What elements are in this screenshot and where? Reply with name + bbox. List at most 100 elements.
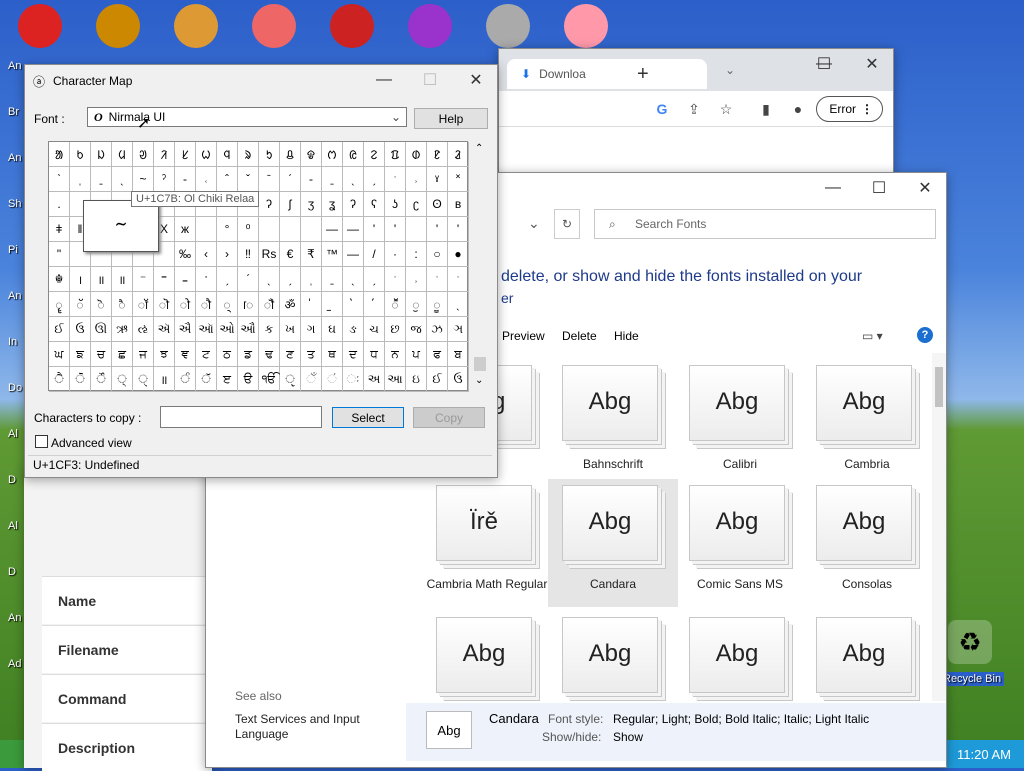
recycle-bin-label[interactable]: Recycle Bin <box>940 672 1005 686</box>
char-cell[interactable]: — <box>322 217 343 242</box>
profile-icon[interactable]: ● <box>789 100 807 118</box>
char-cell[interactable]: ʓ <box>322 192 343 217</box>
char-cell[interactable]: ਦ <box>343 342 364 367</box>
desktop-icon-label[interactable]: Al <box>8 520 18 532</box>
char-cell[interactable]: ਚ <box>91 342 112 367</box>
char-cell[interactable]: ǂ <box>49 217 70 242</box>
char-cell[interactable]: ਙ <box>70 342 91 367</box>
char-cell[interactable]: ઍ <box>154 317 175 342</box>
preview-button[interactable]: Preview <box>502 329 545 343</box>
char-cell[interactable]: ॕ <box>385 292 406 317</box>
char-cell[interactable]: ॗ <box>427 292 448 317</box>
char-cell[interactable]: ਜ <box>133 342 154 367</box>
help-button[interactable]: Help <box>414 108 488 129</box>
char-cell[interactable]: અ <box>364 367 385 392</box>
char-cell[interactable]: ˍ <box>91 167 112 192</box>
char-cell[interactable]: ઞ <box>448 317 469 342</box>
char-cell[interactable]: ˒ <box>406 167 427 192</box>
char-cell[interactable]: ઈ <box>49 317 70 342</box>
google-icon[interactable]: G <box>653 100 671 118</box>
torii-icon[interactable] <box>330 4 374 48</box>
char-cell[interactable]: ˎ <box>448 292 469 317</box>
char-cell[interactable]: ਣ <box>280 342 301 367</box>
char-cell[interactable]: ˏ <box>364 167 385 192</box>
font-card[interactable]: Abg Cambria <box>802 359 932 487</box>
char-cell[interactable]: ᱤ <box>154 142 175 167</box>
char-cell[interactable]: ॐ <box>280 292 301 317</box>
char-cell[interactable]: ˌ <box>301 267 322 292</box>
char-cell[interactable]: ˑ <box>385 267 406 292</box>
p-app-icon[interactable] <box>408 4 452 48</box>
minimize-icon[interactable]: — <box>361 65 407 95</box>
char-cell[interactable]: - <box>175 167 196 192</box>
search-fonts-input[interactable]: ⌕ Search Fonts <box>594 209 936 239</box>
char-cell[interactable]: ੴ <box>259 367 280 392</box>
char-cell[interactable]: ॅ <box>70 292 91 317</box>
char-cell[interactable]: — <box>343 242 364 267</box>
char-cell[interactable]: ઊ <box>91 317 112 342</box>
char-cell[interactable]: ˓ <box>196 167 217 192</box>
char-cell[interactable]: ॥ <box>91 267 112 292</box>
char-cell[interactable]: ਤ <box>301 342 322 367</box>
scroll-up-icon[interactable]: ⌃ <box>475 143 483 154</box>
char-cell[interactable]: ਪ <box>406 342 427 367</box>
char-cell[interactable]: ਧ <box>364 342 385 367</box>
char-cell[interactable]: ਞ <box>175 342 196 367</box>
char-cell[interactable]: ⁰ <box>238 217 259 242</box>
char-cell[interactable]: ॱ <box>196 267 217 292</box>
minimize-icon[interactable]: — <box>810 173 856 203</box>
char-cell[interactable]: ઑ <box>196 317 217 342</box>
char-cell[interactable]: ˉ <box>259 167 280 192</box>
char-cell[interactable]: ᱭ <box>343 142 364 167</box>
char-cell[interactable]: ˒ <box>406 267 427 292</box>
char-cell[interactable]: ʙ <box>448 192 469 217</box>
char-cell[interactable]: ж <box>175 217 196 242</box>
char-cell[interactable]: ઉ <box>448 367 469 392</box>
char-cell[interactable]: ਫ <box>427 342 448 367</box>
view-options-icon[interactable]: ▭ ▾ <box>862 329 883 343</box>
char-cell[interactable]: ᱨ <box>238 142 259 167</box>
desktop-icon-label[interactable]: In <box>8 336 17 348</box>
char-cell[interactable]: ᱰ <box>406 142 427 167</box>
char-cell[interactable]: ॔ <box>364 292 385 317</box>
char-cell[interactable]: ' <box>448 217 469 242</box>
char-cell[interactable]: ˑ <box>427 267 448 292</box>
char-cell[interactable]: ~ <box>133 167 154 192</box>
char-cell[interactable]: ੵ <box>280 367 301 392</box>
char-cell[interactable]: ᱪ <box>280 142 301 167</box>
help-icon[interactable]: ? <box>917 327 933 343</box>
char-cell[interactable]: ⁻ <box>133 267 154 292</box>
char-cell[interactable] <box>301 217 322 242</box>
char-cell[interactable]: ᱠ <box>70 142 91 167</box>
char-cell[interactable]: ₹ <box>301 242 322 267</box>
close-icon[interactable]: ✕ <box>902 173 948 203</box>
char-cell[interactable]: ो <box>175 292 196 317</box>
char-cell[interactable] <box>259 217 280 242</box>
char-cell[interactable]: ੳ <box>238 367 259 392</box>
char-cell[interactable]: ् <box>217 292 238 317</box>
char-cell[interactable]: ˏ <box>364 267 385 292</box>
scrollbar[interactable] <box>932 353 946 701</box>
char-cell[interactable]: ॓ <box>343 292 364 317</box>
char-cell[interactable] <box>406 217 427 242</box>
char-cell[interactable]: । <box>70 267 91 292</box>
char-cell[interactable]: ઌ <box>133 317 154 342</box>
delete-button[interactable]: Delete <box>562 329 597 343</box>
maximize-icon[interactable]: ☐ <box>856 173 902 203</box>
char-cell[interactable]: ' <box>364 217 385 242</box>
char-cell[interactable]: ॖ <box>406 292 427 317</box>
char-cell[interactable]: ᱣ <box>133 142 154 167</box>
char-cell[interactable]: ઉ <box>70 317 91 342</box>
char-cell[interactable]: ਘ <box>49 342 70 367</box>
char-cell[interactable]: ੰ <box>175 367 196 392</box>
advanced-view-checkbox[interactable] <box>35 435 48 448</box>
maximize-icon[interactable]: ☐ <box>801 49 847 79</box>
char-cell[interactable]: ઃ <box>343 367 364 392</box>
girl-icon[interactable] <box>174 4 218 48</box>
char-cell[interactable]: ઓ <box>217 317 238 342</box>
char-cell[interactable]: જ <box>406 317 427 342</box>
char-cell[interactable]: ॉ <box>133 292 154 317</box>
char-cell[interactable]: ᱥ <box>175 142 196 167</box>
char-cell[interactable]: - <box>301 167 322 192</box>
char-cell[interactable]: ' <box>385 217 406 242</box>
